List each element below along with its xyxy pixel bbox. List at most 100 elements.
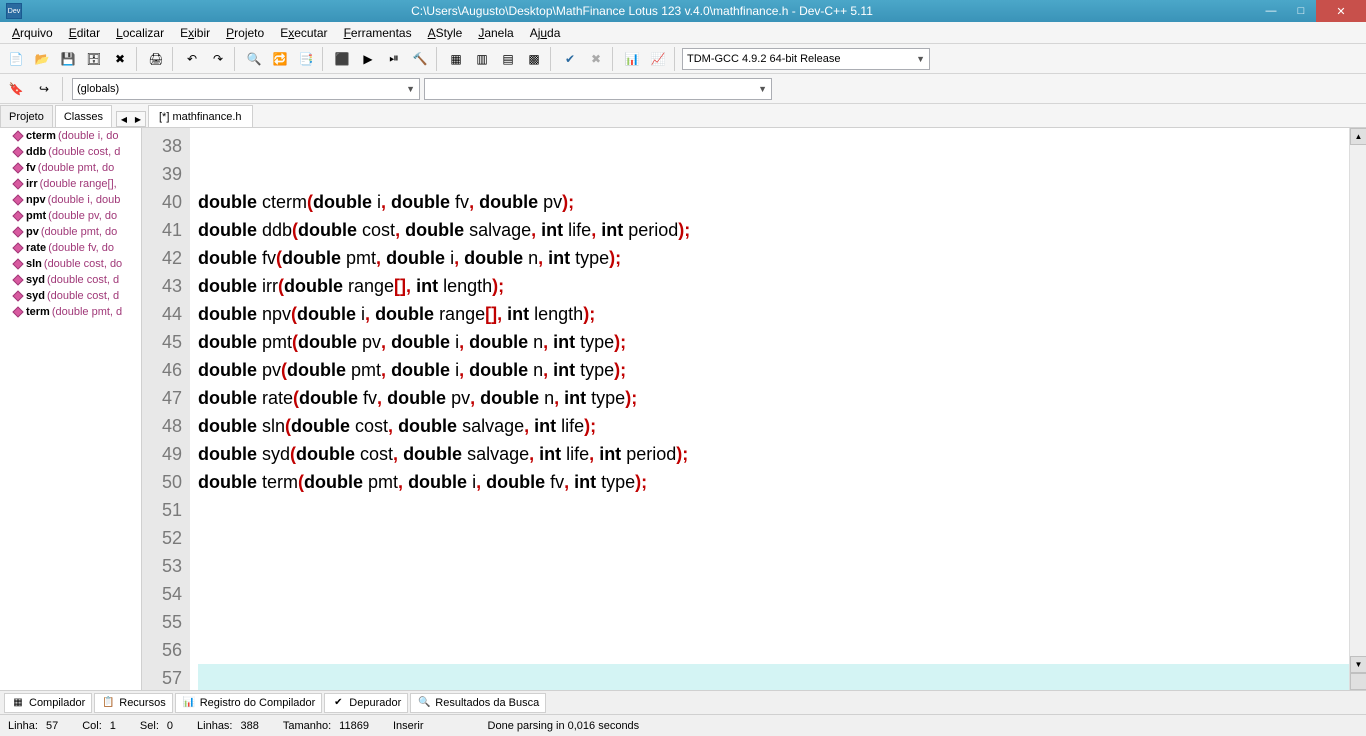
cancel-icon[interactable]: ✖ <box>584 47 608 71</box>
close-button[interactable]: ✕ <box>1316 0 1366 22</box>
bookmark-button[interactable]: 🔖 <box>4 77 28 101</box>
bottom-tab-registro-do-compilador[interactable]: 📊Registro do Compilador <box>175 693 323 713</box>
class-item-npv[interactable]: npv (double i, doub <box>0 192 141 208</box>
dropdown-arrow-icon: ▼ <box>916 54 925 64</box>
code-line-43[interactable]: double irr(double range[], int length); <box>198 272 1366 300</box>
class-browser[interactable]: cterm (double i, doddb (double cost, dfv… <box>0 128 142 690</box>
scroll-down-button[interactable]: ▼ <box>1350 656 1366 673</box>
tab-nav-right[interactable]: ▶ <box>131 112 145 126</box>
code-line-41[interactable]: double ddb(double cost, double salvage, … <box>198 216 1366 244</box>
redo-button[interactable]: ↷ <box>206 47 230 71</box>
menu-editar[interactable]: Editar <box>61 24 108 42</box>
class-item-syd[interactable]: syd (double cost, d <box>0 288 141 304</box>
code-line-50[interactable]: double term(double pmt, double i, double… <box>198 468 1366 496</box>
title-bar: Dev C:\Users\Augusto\Desktop\MathFinance… <box>0 0 1366 22</box>
vertical-scrollbar[interactable]: ▲ ▼ <box>1349 128 1366 690</box>
menu-bar: ArquivoEditarLocalizarExibirProjetoExecu… <box>0 22 1366 44</box>
code-line-46[interactable]: double pv(double pmt, double i, double n… <box>198 356 1366 384</box>
members-selector[interactable]: ▼ <box>424 78 772 100</box>
code-line-51[interactable] <box>198 496 1366 524</box>
class-item-irr[interactable]: irr (double range[], <box>0 176 141 192</box>
profile-button[interactable]: 📈 <box>646 47 670 71</box>
secondary-toolbar: 🔖 ↪ (globals) ▼ ▼ <box>0 74 1366 104</box>
class-item-term[interactable]: term (double pmt, d <box>0 304 141 320</box>
dropdown-arrow-icon: ▼ <box>758 84 767 94</box>
dropdown-arrow-icon: ▼ <box>406 84 415 94</box>
open-button[interactable]: 📂 <box>30 47 54 71</box>
menu-localizar[interactable]: Localizar <box>108 24 172 42</box>
rebuild-button[interactable]: 🔨 <box>408 47 432 71</box>
menu-astyle[interactable]: AStyle <box>420 24 471 42</box>
bottom-tab-compilador[interactable]: ▦Compilador <box>4 693 92 713</box>
find-in-files-button[interactable]: 📑 <box>294 47 318 71</box>
code-line-49[interactable]: double syd(double cost, double salvage, … <box>198 440 1366 468</box>
status-bar: Linha:57 Col:1 Sel:0 Linhas:388 Tamanho:… <box>0 714 1366 736</box>
code-line-39[interactable] <box>198 160 1366 188</box>
code-line-47[interactable]: double rate(double fv, double pv, double… <box>198 384 1366 412</box>
grid4-icon[interactable]: ▩ <box>522 47 546 71</box>
bottom-tab-recursos[interactable]: 📋Recursos <box>94 693 172 713</box>
grid3-icon[interactable]: ▤ <box>496 47 520 71</box>
compiler-selector[interactable]: TDM-GCC 4.9.2 64-bit Release ▼ <box>682 48 930 70</box>
check-icon[interactable]: ✔ <box>558 47 582 71</box>
code-line-45[interactable]: double pmt(double pv, double i, double n… <box>198 328 1366 356</box>
run-button[interactable]: ▶ <box>356 47 380 71</box>
globals-selector[interactable]: (globals) ▼ <box>72 78 420 100</box>
class-item-ddb[interactable]: ddb (double cost, d <box>0 144 141 160</box>
menu-arquivo[interactable]: Arquivo <box>4 24 61 42</box>
class-item-fv[interactable]: fv (double pmt, do <box>0 160 141 176</box>
code-line-44[interactable]: double npv(double i, double range[], int… <box>198 300 1366 328</box>
bottom-panel-tabs: ▦Compilador📋Recursos📊Registro do Compila… <box>0 690 1366 714</box>
code-line-53[interactable] <box>198 552 1366 580</box>
class-item-pmt[interactable]: pmt (double pv, do <box>0 208 141 224</box>
class-item-rate[interactable]: rate (double fv, do <box>0 240 141 256</box>
tab-row: Projeto Classes ◀ ▶ [*] mathfinance.h <box>0 104 1366 128</box>
main-toolbar: 📄 📂 💾 🗄 ✖ 🖨 ↶ ↷ 🔍 🔁 📑 ⬛ ▶ ⏯ 🔨 ▦ ▥ ▤ ▩ ✔ … <box>0 44 1366 74</box>
print-button[interactable]: 🖨 <box>144 47 168 71</box>
undo-button[interactable]: ↶ <box>180 47 204 71</box>
tab-nav-left[interactable]: ◀ <box>117 112 131 126</box>
code-line-54[interactable] <box>198 580 1366 608</box>
scroll-up-button[interactable]: ▲ <box>1350 128 1366 145</box>
bottom-tab-depurador[interactable]: ✔Depurador <box>324 693 408 713</box>
grid1-icon[interactable]: ▦ <box>444 47 468 71</box>
tab-classes[interactable]: Classes <box>55 105 112 127</box>
class-item-cterm[interactable]: cterm (double i, do <box>0 128 141 144</box>
code-line-55[interactable] <box>198 608 1366 636</box>
compile-run-button[interactable]: ⏯ <box>382 47 406 71</box>
save-all-button[interactable]: 🗄 <box>82 47 106 71</box>
grid2-icon[interactable]: ▥ <box>470 47 494 71</box>
tab-projeto[interactable]: Projeto <box>0 105 53 127</box>
bottom-tab-resultados-da-busca[interactable]: 🔍Resultados da Busca <box>410 693 546 713</box>
class-item-sln[interactable]: sln (double cost, do <box>0 256 141 272</box>
compile-button[interactable]: ⬛ <box>330 47 354 71</box>
maximize-button[interactable]: □ <box>1286 0 1316 22</box>
minimize-button[interactable]: — <box>1256 0 1286 22</box>
code-line-52[interactable] <box>198 524 1366 552</box>
code-line-56[interactable] <box>198 636 1366 664</box>
code-line-42[interactable]: double fv(double pmt, double i, double n… <box>198 244 1366 272</box>
menu-janela[interactable]: Janela <box>470 24 521 42</box>
new-file-button[interactable]: 📄 <box>4 47 28 71</box>
save-button[interactable]: 💾 <box>56 47 80 71</box>
window-title: C:\Users\Augusto\Desktop\MathFinance Lot… <box>28 4 1256 18</box>
code-line-38[interactable] <box>198 132 1366 160</box>
code-line-48[interactable]: double sln(double cost, double salvage, … <box>198 412 1366 440</box>
goto-button[interactable]: ↪ <box>32 77 56 101</box>
class-item-syd[interactable]: syd (double cost, d <box>0 272 141 288</box>
code-editor[interactable]: 3839404142434445464748495051525354555657… <box>142 128 1366 690</box>
file-tab[interactable]: [*] mathfinance.h <box>148 105 253 127</box>
class-item-pv[interactable]: pv (double pmt, do <box>0 224 141 240</box>
code-area[interactable]: double cterm(double i, double fv, double… <box>190 128 1366 690</box>
code-line-40[interactable]: double cterm(double i, double fv, double… <box>198 188 1366 216</box>
find-button[interactable]: 🔍 <box>242 47 266 71</box>
menu-projeto[interactable]: Projeto <box>218 24 272 42</box>
menu-ferramentas[interactable]: Ferramentas <box>336 24 420 42</box>
debug-button[interactable]: 📊 <box>620 47 644 71</box>
close-file-button[interactable]: ✖ <box>108 47 132 71</box>
replace-button[interactable]: 🔁 <box>268 47 292 71</box>
menu-executar[interactable]: Executar <box>272 24 335 42</box>
code-line-57[interactable] <box>198 664 1366 690</box>
menu-exibir[interactable]: Exibir <box>172 24 218 42</box>
menu-ajuda[interactable]: Ajuda <box>522 24 569 42</box>
